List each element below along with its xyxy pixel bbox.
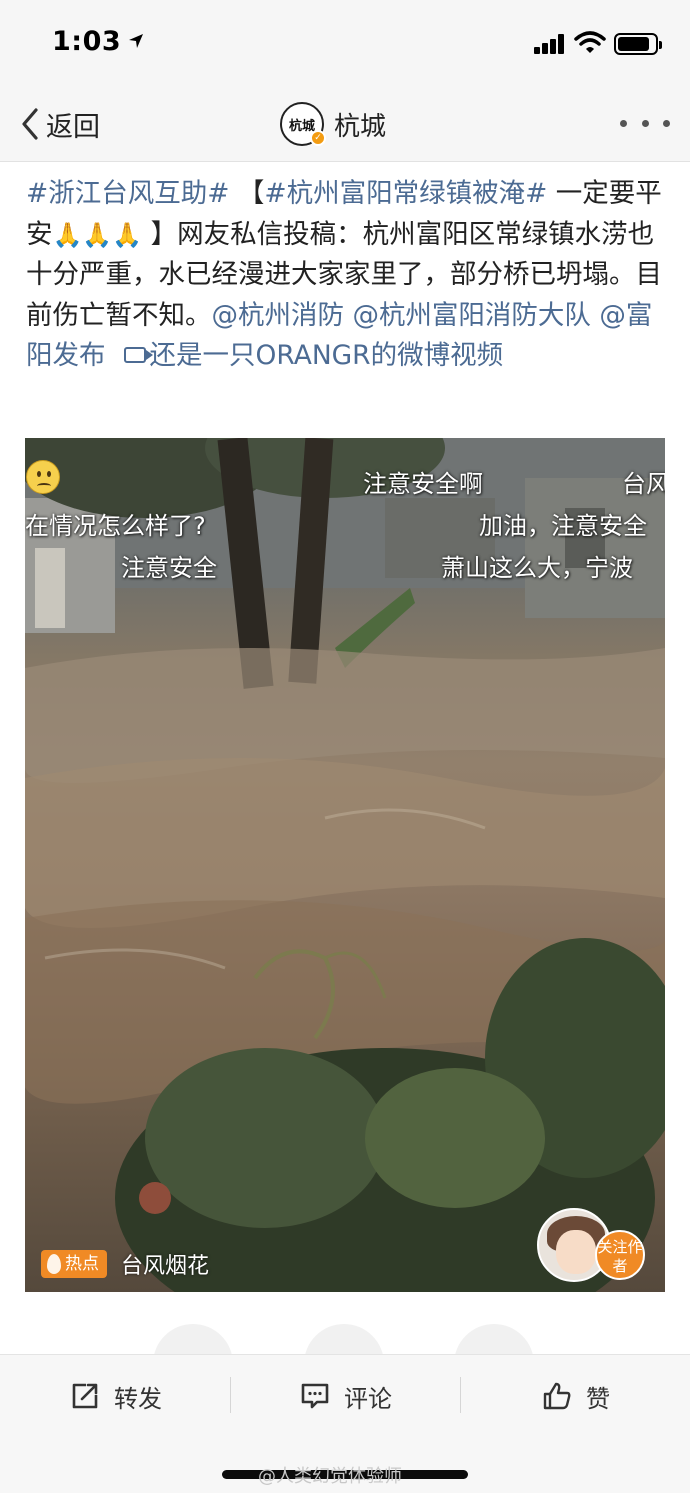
account-avatar[interactable]: 杭城 ✓ — [280, 102, 326, 146]
danmaku-comment: 萧山这么大，宁波 — [441, 554, 633, 582]
danmaku-comment: 在情况怎么样了? — [25, 512, 206, 540]
video-player[interactable]: 注意安全啊 台风 在情况怎么样了? 加油，注意安全 注意安全 萧山这么大，宁波 … — [25, 438, 665, 1292]
like-button[interactable]: 赞 — [542, 1375, 610, 1417]
praying-hands-emoji: 🙏🙏🙏 — [52, 220, 143, 249]
hashtag-link[interactable]: #浙江台风互助# — [26, 178, 229, 209]
like-label: 赞 — [586, 1384, 610, 1413]
comment-icon — [301, 1383, 329, 1409]
more-dot-icon — [620, 119, 627, 127]
danmaku-comment: 台风 — [622, 470, 665, 498]
danmaku-comment: 加油，注意安全 — [479, 512, 647, 540]
hot-badge: 热点 — [41, 1250, 107, 1278]
video-source-link[interactable]: 还是一只ORANGR的微博视频 — [150, 340, 504, 371]
repost-button[interactable]: 转发 — [70, 1375, 162, 1417]
back-button[interactable]: 返回 — [18, 102, 100, 146]
follow-author-button[interactable]: 关注作者 — [595, 1230, 645, 1280]
more-dot-icon — [663, 119, 670, 127]
video-topic-link[interactable]: 台风烟花 — [121, 1248, 209, 1280]
share-icon — [72, 1383, 98, 1409]
status-time: 1:03 — [52, 26, 145, 57]
danmaku-comment: 注意安全 — [121, 554, 217, 582]
account-header[interactable]: 杭城 ✓ 杭城 — [280, 100, 386, 148]
mention-link[interactable]: @杭州消防 — [212, 300, 345, 331]
repost-label: 转发 — [114, 1384, 162, 1413]
nav-bar: 返回 杭城 ✓ 杭城 — [0, 88, 690, 162]
danmaku-comment: 注意安全啊 — [363, 470, 483, 498]
more-dot-icon — [641, 119, 649, 127]
hashtag-link[interactable]: #杭州富阳常绿镇被淹# — [264, 178, 547, 209]
post-body: #浙江台风互助# 【#杭州富阳常绿镇被淹# 一定要平安🙏🙏🙏 】网友私信投稿：杭… — [26, 174, 666, 377]
action-divider — [460, 1377, 461, 1413]
action-divider — [230, 1377, 231, 1413]
video-link-icon — [123, 347, 153, 363]
comment-label: 评论 — [344, 1384, 392, 1413]
verified-badge-icon: ✓ — [310, 130, 326, 146]
flame-icon — [47, 1254, 61, 1274]
account-logo-text: 杭城 — [288, 118, 315, 134]
wifi-icon — [574, 31, 606, 53]
cellular-signal-icon — [534, 34, 566, 54]
more-options-button[interactable] — [620, 108, 670, 138]
sad-face-emoji — [26, 460, 60, 494]
status-time-text: 1:03 — [52, 26, 122, 57]
chevron-left-icon — [22, 108, 38, 140]
comment-button[interactable]: 评论 — [300, 1375, 392, 1417]
mention-link[interactable]: @杭州富阳消防大队 — [352, 300, 591, 331]
account-name[interactable]: 杭城 — [334, 106, 386, 143]
status-bar: 1:03 — [0, 0, 690, 88]
battery-icon — [614, 33, 662, 55]
thumbs-up-icon — [543, 1382, 571, 1410]
back-label: 返回 — [46, 111, 100, 143]
hot-badge-label: 热点 — [65, 1254, 99, 1274]
watermark: @人类幻觉体验师 — [258, 1466, 402, 1487]
location-arrow-icon — [129, 34, 144, 48]
post-text-fragment: 【 — [229, 178, 265, 209]
